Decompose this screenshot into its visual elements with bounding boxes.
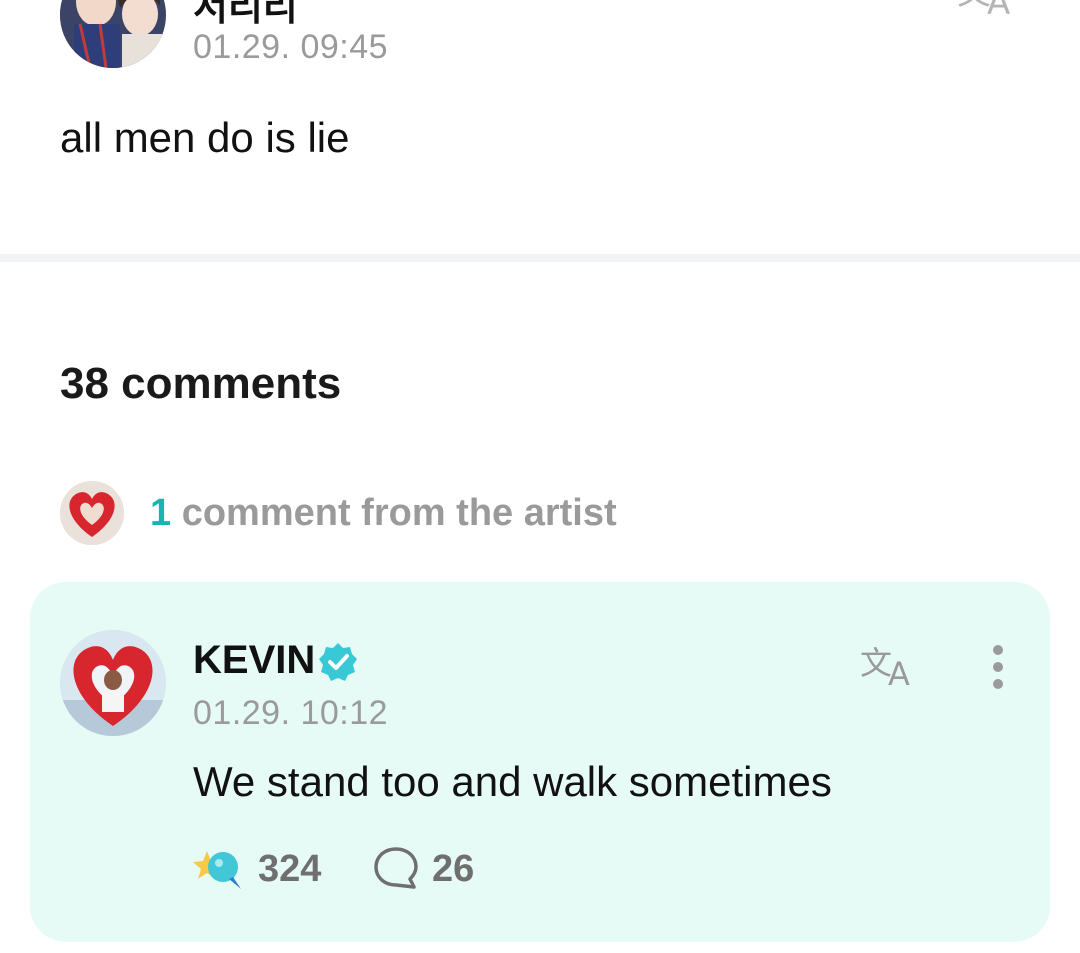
verified-badge-icon bbox=[319, 643, 357, 681]
post-body-text: all men do is lie bbox=[60, 114, 350, 161]
artist-comment-card[interactable]: KEVIN 01.29. 10:12 文 A We stand too and … bbox=[30, 582, 1050, 942]
artist-comment-summary-label: comment from the artist bbox=[171, 492, 617, 534]
comments-count-heading: 38 comments bbox=[60, 359, 342, 408]
translate-icon[interactable]: 文 A bbox=[860, 642, 922, 688]
reply-icon[interactable] bbox=[372, 845, 420, 891]
fan-post-page: 서리리 01.29. 09:45 文 A all men do is lie 3… bbox=[0, 0, 1080, 953]
translate-icon[interactable]: 文 A bbox=[955, 0, 1025, 16]
svg-text:文: 文 bbox=[957, 0, 991, 13]
artist-comment-timestamp: 01.29. 10:12 bbox=[193, 694, 389, 732]
artist-comment-count: 1 bbox=[150, 492, 172, 534]
post-author-name[interactable]: 서리리 bbox=[193, 0, 298, 31]
like-count: 324 bbox=[258, 848, 322, 890]
reply-count: 26 bbox=[432, 848, 475, 890]
svg-text:A: A bbox=[888, 655, 910, 688]
artist-comment-text: We stand too and walk sometimes bbox=[193, 758, 832, 805]
artist-comment-summary[interactable]: 1 comment from the artist bbox=[150, 492, 617, 535]
artist-avatar[interactable] bbox=[60, 630, 166, 736]
more-vertical-icon[interactable] bbox=[978, 642, 1018, 692]
post-timestamp: 01.29. 09:45 bbox=[193, 28, 389, 66]
artist-name[interactable]: KEVIN bbox=[193, 638, 315, 683]
like-icon[interactable] bbox=[193, 845, 245, 891]
artist-summary-avatar[interactable] bbox=[60, 481, 124, 545]
svg-text:A: A bbox=[987, 0, 1010, 16]
section-divider bbox=[0, 254, 1080, 262]
post-author-avatar[interactable] bbox=[60, 0, 166, 68]
